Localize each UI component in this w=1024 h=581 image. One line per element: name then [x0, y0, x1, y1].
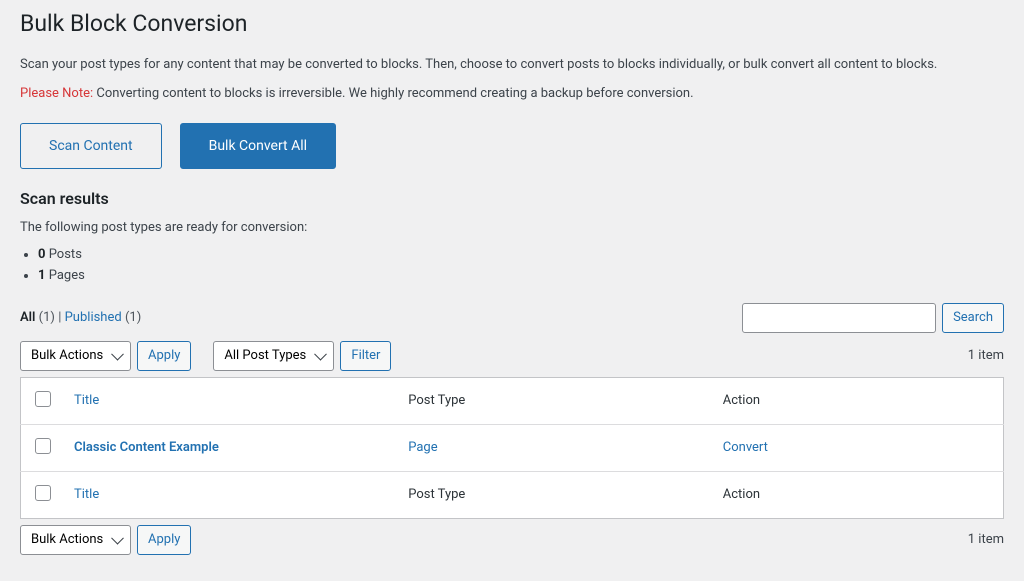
apply-button-top[interactable]: Apply	[137, 341, 191, 371]
search-box: Search	[742, 303, 1004, 333]
list-item: 0 Posts	[38, 247, 1004, 262]
count-label: Pages	[45, 268, 84, 283]
column-footer-action: Action	[713, 471, 1004, 518]
tablenav-top-left: Bulk Actions Apply All Post Types Filter	[20, 341, 391, 371]
scan-counts-list: 0 Posts 1 Pages	[38, 247, 1004, 283]
select-all-checkbox-bottom[interactable]	[35, 485, 51, 501]
post-types-select[interactable]: All Post Types	[213, 341, 334, 371]
tablenav-bottom-left: Bulk Actions Apply	[20, 525, 191, 555]
primary-actions: Scan Content Bulk Convert All	[20, 123, 1004, 169]
bulk-convert-all-button[interactable]: Bulk Convert All	[180, 123, 336, 169]
items-count-bottom: 1 item	[968, 532, 1004, 547]
note-label: Please Note:	[20, 86, 93, 101]
scan-results-heading: Scan results	[20, 189, 1004, 208]
row-checkbox[interactable]	[35, 438, 51, 454]
list-item: 1 Pages	[38, 268, 1004, 283]
search-input[interactable]	[742, 303, 936, 333]
filter-published-count: (1)	[125, 310, 141, 325]
scan-content-button[interactable]: Scan Content	[20, 123, 162, 169]
search-button[interactable]: Search	[942, 303, 1004, 333]
column-header-action: Action	[713, 377, 1004, 424]
filter-all-count: (1)	[39, 310, 55, 325]
row-title-link[interactable]: Classic Content Example	[74, 440, 219, 455]
row-convert-link[interactable]: Convert	[723, 440, 768, 455]
bulk-actions-select-wrap-bottom: Bulk Actions	[20, 525, 131, 555]
column-header-title[interactable]: Title	[74, 393, 99, 408]
column-footer-post-type: Post Type	[398, 471, 713, 518]
filter-all[interactable]: All	[20, 310, 35, 325]
subsub-search-row: All (1) | Published (1) Search	[20, 303, 1004, 333]
select-all-checkbox-top[interactable]	[35, 391, 51, 407]
bulk-actions-select-wrap: Bulk Actions	[20, 341, 131, 371]
table-row: Classic Content Example Page Convert	[21, 424, 1004, 471]
post-types-select-wrap: All Post Types	[213, 341, 334, 371]
items-count-top: 1 item	[968, 348, 1004, 363]
intro-text: Scan your post types for any content tha…	[20, 57, 1004, 72]
bulk-actions-select[interactable]: Bulk Actions	[20, 341, 131, 371]
note-text: Please Note: Converting content to block…	[20, 86, 1004, 101]
tablenav-top: Bulk Actions Apply All Post Types Filter…	[20, 341, 1004, 371]
scan-results-subtext: The following post types are ready for c…	[20, 220, 1004, 235]
apply-button-bottom[interactable]: Apply	[137, 525, 191, 555]
note-body: Converting content to blocks is irrevers…	[93, 86, 693, 101]
results-table: Title Post Type Action Classic Content E…	[20, 377, 1004, 519]
page-title: Bulk Block Conversion	[20, 0, 1004, 43]
tablenav-bottom: Bulk Actions Apply 1 item	[20, 525, 1004, 555]
column-footer-title[interactable]: Title	[74, 487, 99, 502]
row-post-type-link[interactable]: Page	[408, 440, 437, 455]
bulk-actions-select-bottom[interactable]: Bulk Actions	[20, 525, 131, 555]
filter-published[interactable]: Published	[65, 310, 122, 325]
count-label: Posts	[45, 247, 81, 262]
filter-button[interactable]: Filter	[340, 341, 391, 371]
status-filters: All (1) | Published (1)	[20, 310, 141, 325]
column-header-post-type: Post Type	[398, 377, 713, 424]
